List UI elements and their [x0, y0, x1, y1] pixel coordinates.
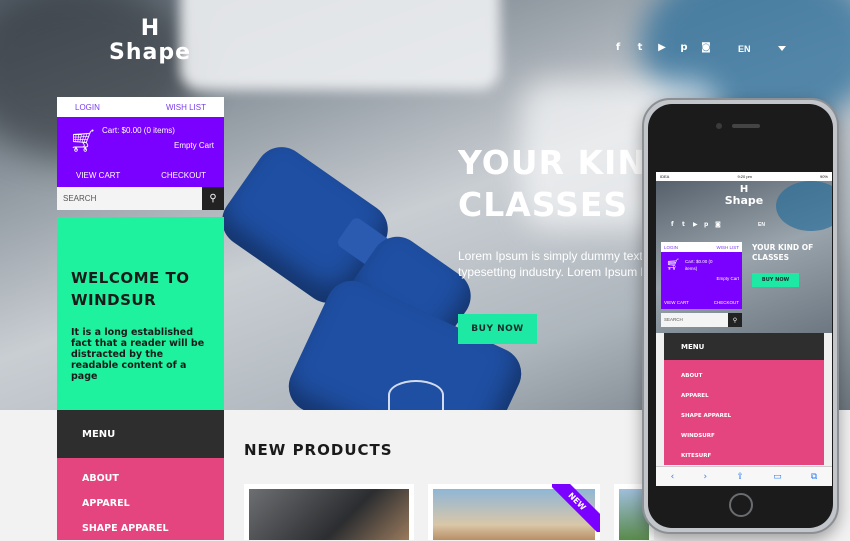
- search-icon[interactable]: ⚲: [728, 313, 742, 327]
- search-bar: ⚲: [57, 187, 224, 210]
- battery-label: 90%: [819, 174, 828, 179]
- cart-icon[interactable]: 🛒︎: [666, 258, 680, 271]
- menu-list: ABOUT APPAREL SHAPE APPAREL: [57, 458, 224, 540]
- dumbbell-logo: [388, 380, 444, 410]
- hero-bg-phone-shape: [180, 0, 500, 90]
- buy-now-button[interactable]: BUY NOW: [458, 314, 537, 344]
- bookmarks-icon[interactable]: ▭: [773, 472, 782, 482]
- phone-site-logo[interactable]: H Shape: [719, 184, 769, 207]
- site-logo[interactable]: H Shape: [100, 18, 200, 66]
- phone-cart-actions: VIEW CART CHECKOUT: [661, 300, 742, 305]
- menu-heading: MENU: [57, 410, 224, 458]
- phone-screen: IDEA 9:20 pm 90% H Shape f t ▶ p ◙ EN LO…: [656, 172, 832, 486]
- facebook-icon[interactable]: f: [671, 221, 677, 228]
- welcome-box: WELCOME TO WINDSUR It is a long establis…: [57, 217, 224, 410]
- share-icon[interactable]: ⇪: [736, 472, 744, 482]
- welcome-title: WELCOME TO WINDSUR: [71, 269, 190, 309]
- product-image[interactable]: [249, 489, 409, 540]
- phone-status-bar: IDEA 9:20 pm 90%: [656, 172, 832, 181]
- sidebar: LOGIN WISH LIST 🛒︎ Cart: $0.00 (0 items)…: [57, 97, 224, 210]
- chevron-down-icon[interactable]: [778, 46, 786, 51]
- search-icon[interactable]: ⚲: [202, 187, 224, 210]
- phone-empty-cart-link[interactable]: Empty Cart: [716, 276, 739, 281]
- instagram-icon[interactable]: ◙: [715, 221, 721, 228]
- phone-menu-item-shape-apparel[interactable]: SHAPE APPAREL: [681, 406, 824, 426]
- youtube-icon[interactable]: ▶: [656, 42, 668, 53]
- phone-menu-heading: MENU: [664, 333, 824, 360]
- menu-item-about[interactable]: ABOUT: [82, 466, 224, 491]
- new-badge-label: NEW: [552, 484, 600, 532]
- phone-logo-text: Shape: [724, 194, 764, 207]
- phone-search-bar: SEARCH ⚲: [661, 313, 742, 327]
- phone-hero: H Shape f t ▶ p ◙ EN LOGIN WISH LIST 🛒︎ …: [656, 181, 832, 333]
- phone-cart-summary: Cart: $0.00 (0 items): [685, 259, 713, 271]
- forward-icon[interactable]: ›: [703, 472, 707, 482]
- cart-actions: VIEW CART CHECKOUT: [57, 171, 224, 187]
- cart-summary: Cart: $0.00 (0 items): [102, 126, 175, 135]
- phone-hero-bg-shape: [776, 181, 832, 231]
- new-badge: NEW: [552, 484, 600, 532]
- social-links: f t ▶ p ◙: [612, 42, 712, 53]
- menu-item-apparel[interactable]: APPAREL: [82, 491, 224, 516]
- home-button[interactable]: [729, 493, 753, 517]
- phone-hero-title: YOUR KIND OF CLASSES: [752, 243, 814, 262]
- pinterest-icon[interactable]: p: [704, 221, 710, 228]
- phone-mockup: IDEA 9:20 pm 90% H Shape f t ▶ p ◙ EN LO…: [642, 98, 839, 534]
- phone-menu-list: ABOUT APPAREL SHAPE APPAREL WINDSURF KIT…: [664, 360, 824, 465]
- time-label: 9:20 pm: [737, 174, 752, 179]
- phone-account-links: LOGIN WISH LIST: [661, 242, 742, 252]
- camera-icon: [716, 123, 722, 129]
- twitter-icon[interactable]: t: [634, 42, 646, 53]
- phone-view-cart-link[interactable]: VIEW CART: [664, 300, 689, 305]
- instagram-icon[interactable]: ◙: [700, 42, 712, 53]
- new-products-heading: NEW PRODUCTS: [244, 441, 393, 459]
- phone-cart-panel: 🛒︎ Cart: $0.00 (0 items) Empty Cart VIEW…: [661, 252, 742, 309]
- phone-checkout-link[interactable]: CHECKOUT: [714, 300, 739, 305]
- phone-login-link[interactable]: LOGIN: [664, 245, 678, 250]
- phone-wishlist-link[interactable]: WISH LIST: [716, 245, 739, 250]
- welcome-text: It is a long established fact that a rea…: [71, 327, 205, 382]
- menu-item-shape-apparel[interactable]: SHAPE APPAREL: [82, 516, 224, 541]
- facebook-icon[interactable]: f: [612, 42, 624, 53]
- logo-text: Shape: [108, 40, 192, 65]
- dumbbell-logo-icon: H: [140, 16, 160, 41]
- view-cart-link[interactable]: VIEW CART: [76, 171, 120, 180]
- carrier-label: IDEA: [660, 174, 670, 179]
- phone-social-links: f t ▶ p ◙: [671, 221, 721, 228]
- empty-cart-link[interactable]: Empty Cart: [174, 141, 214, 150]
- speaker-icon: [732, 124, 760, 128]
- phone-search-input[interactable]: SEARCH: [661, 313, 728, 327]
- tabs-icon[interactable]: ⧉: [811, 472, 817, 482]
- back-icon[interactable]: ‹: [671, 472, 675, 482]
- phone-buy-now-button[interactable]: BUY NOW: [752, 273, 799, 287]
- checkout-link[interactable]: CHECKOUT: [161, 171, 206, 180]
- language-select[interactable]: EN: [738, 44, 751, 54]
- phone-menu-item-kitesurf[interactable]: KITESURF: [681, 446, 824, 466]
- wishlist-link[interactable]: WISH LIST: [166, 103, 206, 112]
- phone-menu-item-apparel[interactable]: APPAREL: [681, 386, 824, 406]
- youtube-icon[interactable]: ▶: [693, 221, 699, 228]
- pinterest-icon[interactable]: p: [678, 42, 690, 53]
- twitter-icon[interactable]: t: [682, 221, 688, 228]
- phone-browser-toolbar: ‹ › ⇪ ▭ ⧉: [656, 466, 832, 486]
- cart-icon[interactable]: 🛒︎: [69, 129, 97, 154]
- search-input[interactable]: [57, 187, 202, 210]
- phone-menu-item-windsurf[interactable]: WINDSURF: [681, 426, 824, 446]
- login-link[interactable]: LOGIN: [75, 103, 100, 112]
- product-card[interactable]: [244, 484, 414, 540]
- account-links: LOGIN WISH LIST: [57, 97, 224, 117]
- cart-panel: 🛒︎ Cart: $0.00 (0 items) Empty Cart VIEW…: [57, 117, 224, 187]
- phone-language-select[interactable]: EN: [758, 222, 765, 228]
- phone-menu-item-about[interactable]: ABOUT: [681, 366, 824, 386]
